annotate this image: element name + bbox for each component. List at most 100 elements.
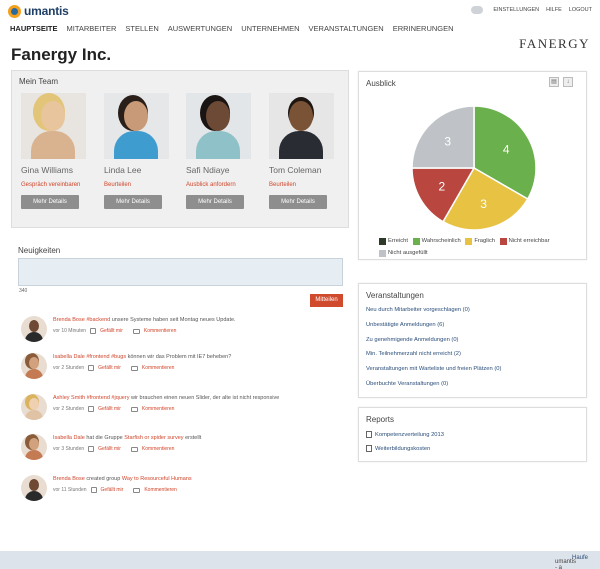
events-link[interactable]: Veranstaltungen mit Warteliste und freie… <box>366 366 501 372</box>
legend-swatch <box>379 250 386 257</box>
photo-body <box>31 131 75 159</box>
comment-link[interactable]: Kommentieren <box>142 446 175 452</box>
post-tag[interactable]: #backend <box>86 317 110 323</box>
post-author[interactable]: Ashley Smith <box>53 395 85 401</box>
avatar-head <box>29 398 39 410</box>
events-link[interactable]: Zu genehmigende Anmeldungen (0) <box>366 337 459 343</box>
comment-icon[interactable] <box>130 446 138 452</box>
member-action-link[interactable]: Ausblick anfordern <box>186 182 252 188</box>
chat-icon[interactable] <box>471 6 484 14</box>
like-link[interactable]: Gefällt mir <box>100 328 123 334</box>
comment-link[interactable]: Kommentieren <box>142 365 175 371</box>
comment-icon[interactable] <box>130 406 138 412</box>
post-body: unsere Systeme haben seit Montag neues U… <box>111 317 236 323</box>
member-name: Tom Coleman <box>269 165 322 175</box>
reports-title: Reports <box>366 415 395 424</box>
member-photo[interactable] <box>269 93 334 159</box>
outlook-pie-chart: 4 3 2 3 <box>411 105 537 231</box>
pie-slice-nicht-ausgefüllt[interactable] <box>411 105 475 169</box>
team-member: Safi Ndiaye Ausblick anfordern Mehr Deta… <box>186 93 252 209</box>
events-link[interactable]: Überbuchte Veranstaltungen (0) <box>366 381 448 387</box>
post-author[interactable]: Brenda Bose <box>53 317 85 323</box>
like-link[interactable]: Gefällt mir <box>98 406 121 412</box>
like-link[interactable]: Gefällt mir <box>98 365 121 371</box>
avatar-head <box>29 438 39 450</box>
comment-link[interactable]: Kommentieren <box>142 406 175 412</box>
member-action-link[interactable]: Beurteilen <box>269 182 335 188</box>
nav-home[interactable]: HAUPTSEITE <box>10 24 58 33</box>
group-link[interactable]: Way to Resourceful Humans <box>122 476 192 482</box>
avatar-head <box>29 320 39 332</box>
avatar[interactable] <box>21 316 47 342</box>
legend-swatch <box>379 238 386 245</box>
member-action-link[interactable]: Beurteilen <box>104 182 170 188</box>
like-link[interactable]: Gefällt mir <box>101 487 124 493</box>
post-time: vor 10 Minuten <box>53 328 87 334</box>
events-link[interactable]: Min. Teilnehmerzahl nicht erreicht (2) <box>366 351 461 357</box>
nav-reminders[interactable]: ERRINERUNGEN <box>393 24 454 33</box>
comment-icon[interactable] <box>133 487 141 493</box>
like-icon[interactable] <box>90 487 97 493</box>
avatar-body <box>25 410 43 420</box>
avatar-body <box>25 450 43 460</box>
team-member: Tom Coleman Beurteilen Mehr Details <box>269 93 335 209</box>
nav-employees[interactable]: MITARBEITER <box>67 24 117 33</box>
like-link[interactable]: Gefällt mir <box>98 446 121 452</box>
umantis-logo[interactable]: umantis <box>8 4 69 18</box>
nav-positions[interactable]: STELLEN <box>125 24 158 33</box>
post-author[interactable]: Isabella Dale <box>53 435 85 441</box>
pie-value-label: 3 <box>480 197 487 211</box>
share-button[interactable]: Mitteilen <box>310 294 343 307</box>
events-link[interactable]: Unbestätigte Anmeldungen (6) <box>366 322 444 328</box>
member-photo[interactable] <box>21 93 86 159</box>
avatar[interactable] <box>21 394 47 420</box>
like-icon[interactable] <box>90 328 97 334</box>
post-tag[interactable]: #frontend #bugs <box>86 354 126 360</box>
photo-head <box>124 101 148 131</box>
like-icon[interactable] <box>88 365 95 371</box>
more-details-button[interactable]: Mehr Details <box>104 195 162 209</box>
post-text: Isabella Dale hat die Gruppe Starfish or… <box>53 435 201 441</box>
member-photo[interactable] <box>104 93 169 159</box>
more-details-button[interactable]: Mehr Details <box>186 195 244 209</box>
nav-company[interactable]: UNTERNEHMEN <box>241 24 299 33</box>
legend-label: Nicht erreichbar <box>508 238 550 244</box>
more-details-button[interactable]: Mehr Details <box>269 195 327 209</box>
member-action-link[interactable]: Gespräch vereinbaren <box>21 182 87 188</box>
avatar[interactable] <box>21 475 47 501</box>
nav-reports[interactable]: AUSWERTUNGEN <box>168 24 232 33</box>
events-title: Veranstaltungen <box>366 291 424 300</box>
post-tag[interactable]: #frontend #jquery <box>87 395 130 401</box>
team-member: Linda Lee Beurteilen Mehr Details <box>104 93 170 209</box>
like-icon[interactable] <box>88 446 95 452</box>
report-link[interactable]: Kompetenzverteilung 2013 <box>366 431 444 438</box>
events-link[interactable]: Neu durch Mitarbeiter vorgeschlagen (0) <box>366 307 470 313</box>
more-details-button[interactable]: Mehr Details <box>21 195 79 209</box>
post-body-end: erstellt <box>185 435 202 441</box>
group-link[interactable]: Starfish or spider survey <box>124 435 183 441</box>
avatar[interactable] <box>21 353 47 379</box>
comment-link[interactable]: Kommentieren <box>144 328 177 334</box>
post-time: vor 11 Stunden <box>53 487 87 493</box>
top-links: EINSTELLUNGEN HILFE LOGOUT <box>471 6 592 14</box>
settings-link[interactable]: EINSTELLUNGEN <box>493 7 539 13</box>
member-photo[interactable] <box>186 93 251 159</box>
photo-head <box>41 101 65 131</box>
report-link[interactable]: Weiterbildungskosten <box>366 445 430 452</box>
avatar-body <box>25 491 43 501</box>
comment-link[interactable]: Kommentieren <box>144 487 177 493</box>
post-author[interactable]: Isabella Dale <box>53 354 85 360</box>
help-link[interactable]: HILFE <box>546 7 562 13</box>
comment-icon[interactable] <box>130 365 138 371</box>
photo-body <box>114 131 158 159</box>
logout-link[interactable]: LOGOUT <box>569 7 592 13</box>
post-author[interactable]: Brenda Bose <box>53 476 85 482</box>
news-textarea[interactable] <box>18 258 343 286</box>
avatar[interactable] <box>21 434 47 460</box>
nav-events[interactable]: VERANSTALTUNGEN <box>309 24 384 33</box>
legend-swatch <box>465 238 473 245</box>
avatar-body <box>25 332 43 342</box>
comment-icon[interactable] <box>132 328 140 334</box>
like-icon[interactable] <box>88 406 95 412</box>
post-body: wir brauchen einen neuen Slider, der alt… <box>130 395 280 401</box>
